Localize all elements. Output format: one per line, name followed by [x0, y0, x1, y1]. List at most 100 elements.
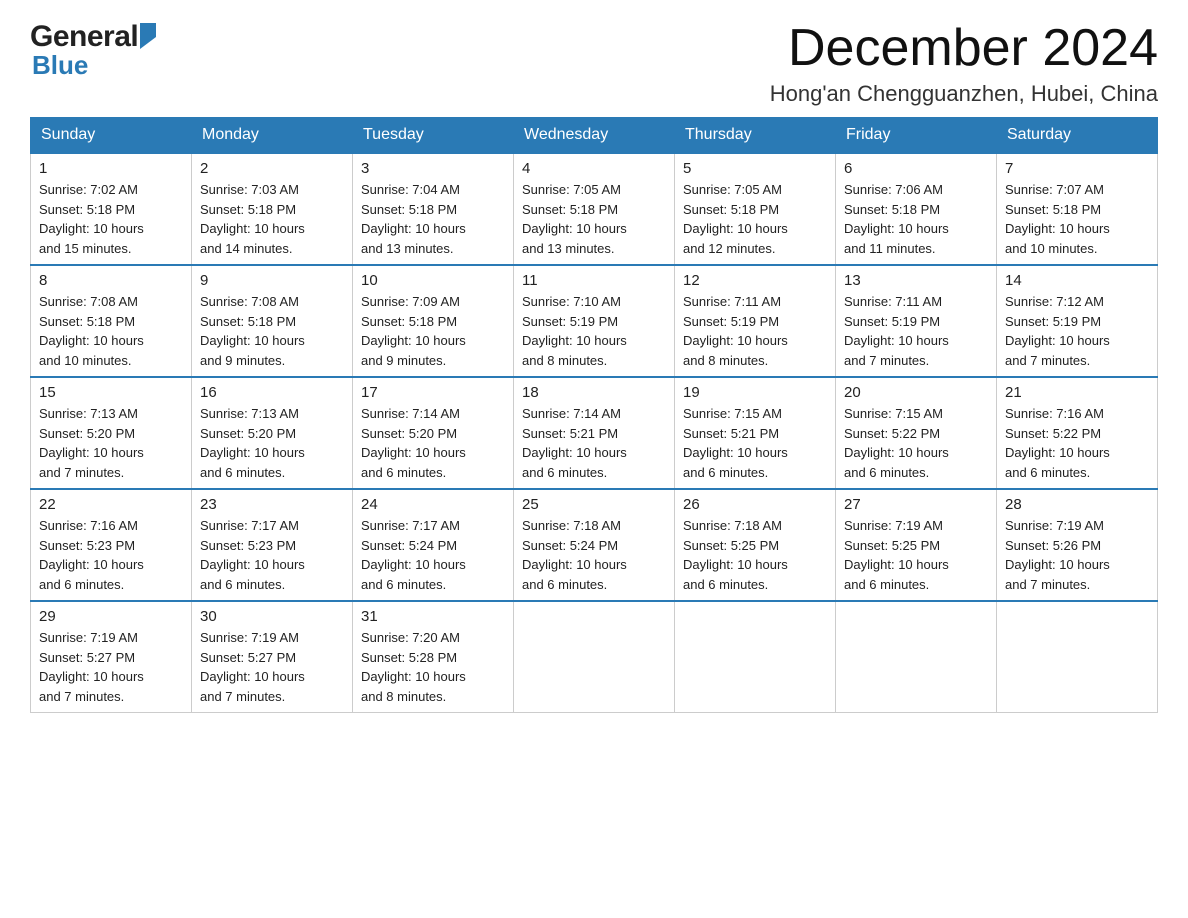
calendar-cell: 6 Sunrise: 7:06 AMSunset: 5:18 PMDayligh… [836, 153, 997, 265]
day-info: Sunrise: 7:13 AMSunset: 5:20 PMDaylight:… [200, 406, 305, 480]
calendar-cell [675, 601, 836, 713]
logo: General Blue [30, 20, 162, 81]
day-number: 21 [1005, 384, 1149, 401]
day-info: Sunrise: 7:10 AMSunset: 5:19 PMDaylight:… [522, 294, 627, 368]
day-number: 5 [683, 160, 827, 177]
weekday-header-row: SundayMondayTuesdayWednesdayThursdayFrid… [31, 118, 1158, 154]
day-info: Sunrise: 7:08 AMSunset: 5:18 PMDaylight:… [39, 294, 144, 368]
weekday-thursday: Thursday [675, 118, 836, 154]
day-info: Sunrise: 7:09 AMSunset: 5:18 PMDaylight:… [361, 294, 466, 368]
day-number: 23 [200, 496, 344, 513]
calendar-cell: 20 Sunrise: 7:15 AMSunset: 5:22 PMDaylig… [836, 377, 997, 489]
calendar-cell: 14 Sunrise: 7:12 AMSunset: 5:19 PMDaylig… [997, 265, 1158, 377]
calendar-cell [514, 601, 675, 713]
calendar-cell: 19 Sunrise: 7:15 AMSunset: 5:21 PMDaylig… [675, 377, 836, 489]
weekday-sunday: Sunday [31, 118, 192, 154]
day-info: Sunrise: 7:19 AMSunset: 5:27 PMDaylight:… [39, 630, 144, 704]
day-info: Sunrise: 7:11 AMSunset: 5:19 PMDaylight:… [683, 294, 788, 368]
day-info: Sunrise: 7:04 AMSunset: 5:18 PMDaylight:… [361, 182, 466, 256]
calendar-cell: 15 Sunrise: 7:13 AMSunset: 5:20 PMDaylig… [31, 377, 192, 489]
day-number: 8 [39, 272, 183, 289]
page-header: General Blue December 2024 Hong'an Cheng… [30, 20, 1158, 107]
day-info: Sunrise: 7:19 AMSunset: 5:25 PMDaylight:… [844, 518, 949, 592]
day-info: Sunrise: 7:18 AMSunset: 5:25 PMDaylight:… [683, 518, 788, 592]
day-number: 20 [844, 384, 988, 401]
weekday-monday: Monday [192, 118, 353, 154]
calendar-cell: 13 Sunrise: 7:11 AMSunset: 5:19 PMDaylig… [836, 265, 997, 377]
day-number: 17 [361, 384, 505, 401]
calendar-cell: 23 Sunrise: 7:17 AMSunset: 5:23 PMDaylig… [192, 489, 353, 601]
day-info: Sunrise: 7:12 AMSunset: 5:19 PMDaylight:… [1005, 294, 1110, 368]
calendar-cell: 28 Sunrise: 7:19 AMSunset: 5:26 PMDaylig… [997, 489, 1158, 601]
week-row-2: 8 Sunrise: 7:08 AMSunset: 5:18 PMDayligh… [31, 265, 1158, 377]
day-number: 6 [844, 160, 988, 177]
month-title: December 2024 [770, 20, 1158, 77]
day-number: 18 [522, 384, 666, 401]
calendar-cell: 8 Sunrise: 7:08 AMSunset: 5:18 PMDayligh… [31, 265, 192, 377]
day-number: 24 [361, 496, 505, 513]
logo-text-general: General [30, 20, 138, 54]
day-number: 27 [844, 496, 988, 513]
calendar-cell: 26 Sunrise: 7:18 AMSunset: 5:25 PMDaylig… [675, 489, 836, 601]
day-number: 2 [200, 160, 344, 177]
calendar-cell: 25 Sunrise: 7:18 AMSunset: 5:24 PMDaylig… [514, 489, 675, 601]
day-info: Sunrise: 7:14 AMSunset: 5:21 PMDaylight:… [522, 406, 627, 480]
logo-arrow-icon [140, 23, 162, 49]
day-info: Sunrise: 7:16 AMSunset: 5:23 PMDaylight:… [39, 518, 144, 592]
day-number: 30 [200, 608, 344, 625]
calendar-cell: 30 Sunrise: 7:19 AMSunset: 5:27 PMDaylig… [192, 601, 353, 713]
day-info: Sunrise: 7:03 AMSunset: 5:18 PMDaylight:… [200, 182, 305, 256]
calendar-cell: 27 Sunrise: 7:19 AMSunset: 5:25 PMDaylig… [836, 489, 997, 601]
logo-text-blue: Blue [30, 50, 88, 81]
day-number: 7 [1005, 160, 1149, 177]
calendar-cell: 16 Sunrise: 7:13 AMSunset: 5:20 PMDaylig… [192, 377, 353, 489]
calendar-cell: 4 Sunrise: 7:05 AMSunset: 5:18 PMDayligh… [514, 153, 675, 265]
week-row-1: 1 Sunrise: 7:02 AMSunset: 5:18 PMDayligh… [31, 153, 1158, 265]
day-info: Sunrise: 7:17 AMSunset: 5:23 PMDaylight:… [200, 518, 305, 592]
day-info: Sunrise: 7:18 AMSunset: 5:24 PMDaylight:… [522, 518, 627, 592]
calendar-cell: 29 Sunrise: 7:19 AMSunset: 5:27 PMDaylig… [31, 601, 192, 713]
day-info: Sunrise: 7:15 AMSunset: 5:22 PMDaylight:… [844, 406, 949, 480]
day-info: Sunrise: 7:14 AMSunset: 5:20 PMDaylight:… [361, 406, 466, 480]
calendar-cell: 3 Sunrise: 7:04 AMSunset: 5:18 PMDayligh… [353, 153, 514, 265]
day-number: 19 [683, 384, 827, 401]
day-info: Sunrise: 7:11 AMSunset: 5:19 PMDaylight:… [844, 294, 949, 368]
week-row-3: 15 Sunrise: 7:13 AMSunset: 5:20 PMDaylig… [31, 377, 1158, 489]
day-info: Sunrise: 7:16 AMSunset: 5:22 PMDaylight:… [1005, 406, 1110, 480]
day-number: 28 [1005, 496, 1149, 513]
day-info: Sunrise: 7:06 AMSunset: 5:18 PMDaylight:… [844, 182, 949, 256]
calendar-cell: 1 Sunrise: 7:02 AMSunset: 5:18 PMDayligh… [31, 153, 192, 265]
calendar-cell: 17 Sunrise: 7:14 AMSunset: 5:20 PMDaylig… [353, 377, 514, 489]
week-row-5: 29 Sunrise: 7:19 AMSunset: 5:27 PMDaylig… [31, 601, 1158, 713]
calendar-cell: 11 Sunrise: 7:10 AMSunset: 5:19 PMDaylig… [514, 265, 675, 377]
day-number: 10 [361, 272, 505, 289]
day-info: Sunrise: 7:02 AMSunset: 5:18 PMDaylight:… [39, 182, 144, 256]
weekday-tuesday: Tuesday [353, 118, 514, 154]
calendar-cell: 2 Sunrise: 7:03 AMSunset: 5:18 PMDayligh… [192, 153, 353, 265]
day-info: Sunrise: 7:19 AMSunset: 5:27 PMDaylight:… [200, 630, 305, 704]
weekday-saturday: Saturday [997, 118, 1158, 154]
calendar-cell: 10 Sunrise: 7:09 AMSunset: 5:18 PMDaylig… [353, 265, 514, 377]
day-number: 31 [361, 608, 505, 625]
day-number: 14 [1005, 272, 1149, 289]
weekday-wednesday: Wednesday [514, 118, 675, 154]
day-number: 3 [361, 160, 505, 177]
day-info: Sunrise: 7:19 AMSunset: 5:26 PMDaylight:… [1005, 518, 1110, 592]
day-number: 25 [522, 496, 666, 513]
day-number: 11 [522, 272, 666, 289]
day-info: Sunrise: 7:05 AMSunset: 5:18 PMDaylight:… [522, 182, 627, 256]
day-info: Sunrise: 7:20 AMSunset: 5:28 PMDaylight:… [361, 630, 466, 704]
day-number: 4 [522, 160, 666, 177]
calendar-cell: 24 Sunrise: 7:17 AMSunset: 5:24 PMDaylig… [353, 489, 514, 601]
day-number: 22 [39, 496, 183, 513]
day-info: Sunrise: 7:07 AMSunset: 5:18 PMDaylight:… [1005, 182, 1110, 256]
title-area: December 2024 Hong'an Chengguanzhen, Hub… [770, 20, 1158, 107]
calendar-cell: 21 Sunrise: 7:16 AMSunset: 5:22 PMDaylig… [997, 377, 1158, 489]
day-number: 26 [683, 496, 827, 513]
day-number: 12 [683, 272, 827, 289]
day-info: Sunrise: 7:15 AMSunset: 5:21 PMDaylight:… [683, 406, 788, 480]
calendar-cell [836, 601, 997, 713]
calendar-cell: 18 Sunrise: 7:14 AMSunset: 5:21 PMDaylig… [514, 377, 675, 489]
day-number: 15 [39, 384, 183, 401]
calendar-cell: 22 Sunrise: 7:16 AMSunset: 5:23 PMDaylig… [31, 489, 192, 601]
